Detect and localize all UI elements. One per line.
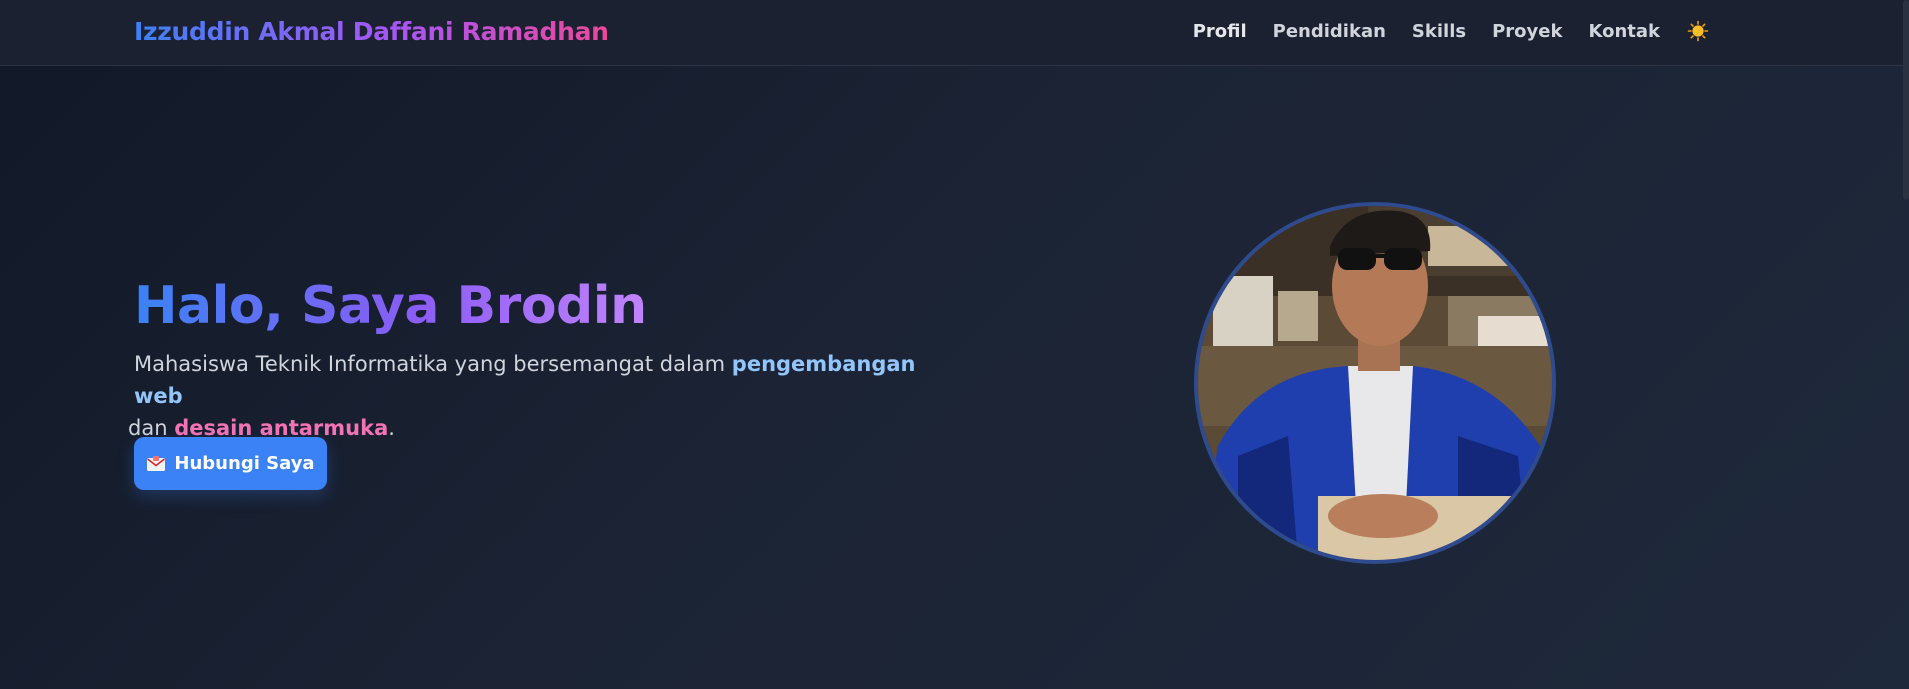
desc-text: . (388, 416, 395, 440)
theme-toggle-button[interactable] (1687, 20, 1709, 42)
nav-link-profil[interactable]: Profil (1180, 21, 1260, 42)
brand-name[interactable]: Izzuddin Akmal Daffani Ramadhan (134, 17, 609, 46)
contact-button[interactable]: Hubungi Saya (134, 437, 327, 490)
desc-text: Mahasiswa Teknik Informatika yang bersem… (134, 352, 732, 376)
hero-description: Mahasiswa Teknik Informatika yang bersem… (128, 348, 934, 444)
nav-link-kontak[interactable]: Kontak (1575, 21, 1673, 42)
page-scrollbar[interactable] (1903, 0, 1909, 200)
top-navbar: Izzuddin Akmal Daffani Ramadhan Profil P… (0, 0, 1909, 66)
nav-link-skills[interactable]: Skills (1399, 21, 1479, 42)
envelope-icon (147, 455, 166, 471)
profile-photo-image (1198, 206, 1552, 560)
nav-link-proyek[interactable]: Proyek (1479, 21, 1575, 42)
sun-icon (1687, 20, 1709, 42)
contact-button-label: Hubungi Saya (174, 453, 315, 474)
page: Izzuddin Akmal Daffani Ramadhan Profil P… (0, 0, 1909, 689)
hero-title: Halo, Saya Brodin (134, 276, 647, 336)
nav-link-pendidikan[interactable]: Pendidikan (1260, 21, 1399, 42)
main-nav: Profil Pendidikan Skills Proyek Kontak (1180, 20, 1709, 42)
profile-photo (1194, 202, 1556, 564)
